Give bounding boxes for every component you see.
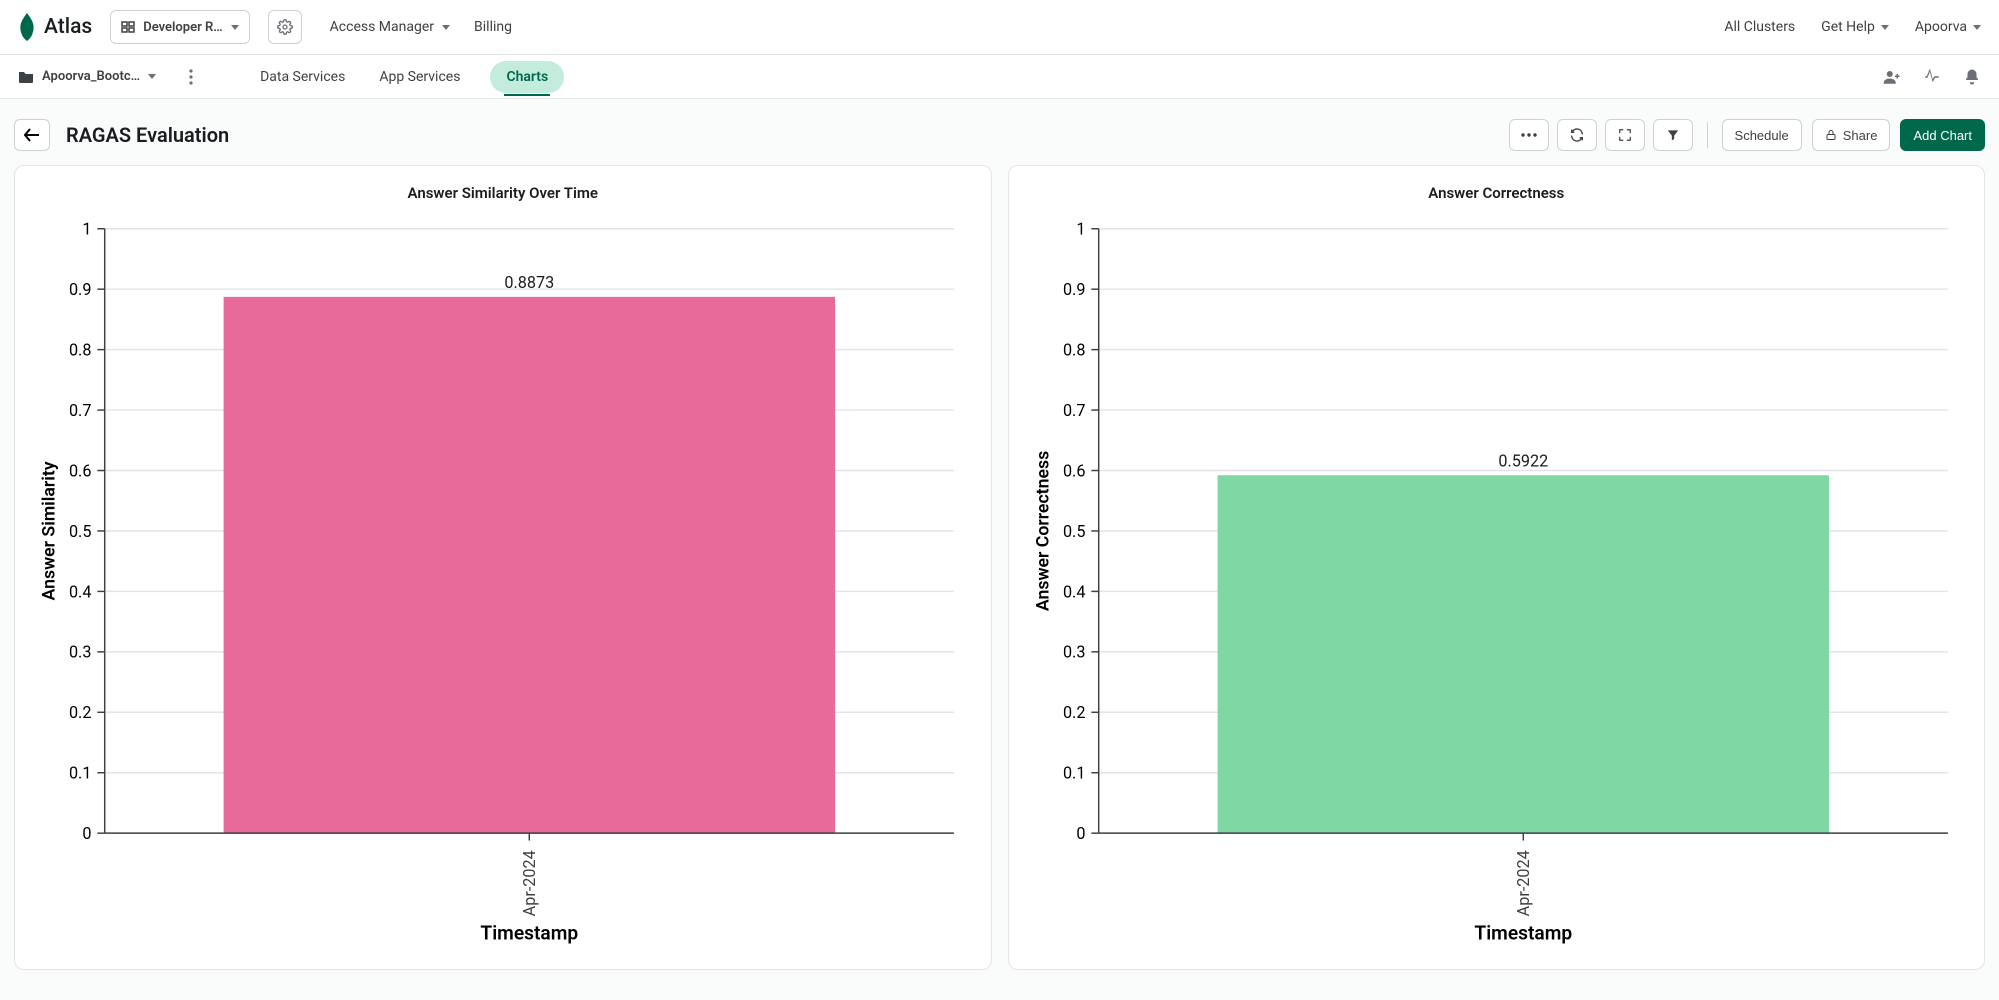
svg-text:0.9: 0.9 — [69, 280, 92, 299]
toolbar-icon-group — [1509, 119, 1693, 151]
top-bar: Atlas Developer R… Access Manager Billin… — [0, 0, 1999, 55]
page-title: RAGAS Evaluation — [66, 123, 229, 147]
caret-down-icon — [1881, 25, 1889, 30]
chart-card-0: Answer Similarity Over Time 0 0.1 0.2 0.3 0.… — [14, 165, 992, 970]
svg-text:0.7: 0.7 — [69, 401, 92, 420]
svg-text:0.2: 0.2 — [69, 703, 92, 722]
svg-text:0.4: 0.4 — [1062, 582, 1085, 601]
chart-title-1: Answer Correctness — [1025, 184, 1969, 202]
svg-text:0.1: 0.1 — [69, 764, 92, 783]
nav-access-manager[interactable]: Access Manager — [330, 19, 450, 35]
lock-icon — [1825, 128, 1837, 142]
filter-icon — [1666, 128, 1680, 142]
nav-access-manager-label: Access Manager — [330, 19, 434, 35]
folder-icon — [18, 70, 34, 84]
user-menu[interactable]: Apoorva — [1915, 19, 1981, 35]
org-icon — [121, 20, 135, 34]
caret-down-icon — [442, 25, 450, 30]
chart-1: 0 0.1 0.2 0.3 0.4 0.5 0.6 0.7 0.8 0.9 1 0.5922 Apr-2… — [1025, 214, 1969, 951]
svg-text:Apr-2024: Apr-2024 — [520, 850, 539, 916]
share-button[interactable]: Share — [1812, 119, 1891, 151]
ellipsis-icon — [1521, 133, 1537, 137]
svg-text:0.5: 0.5 — [69, 522, 92, 541]
nav-billing-label: Billing — [474, 19, 512, 35]
tabs: Data Services App Services Charts — [256, 59, 564, 95]
svg-text:0.9: 0.9 — [1062, 280, 1085, 299]
gear-icon — [277, 19, 293, 35]
svg-text:0.4: 0.4 — [69, 582, 92, 601]
svg-text:Timestamp: Timestamp — [1474, 921, 1572, 944]
svg-text:0.8873: 0.8873 — [504, 273, 554, 292]
project-more-button[interactable] — [174, 60, 208, 94]
refresh-button[interactable] — [1557, 119, 1597, 151]
chart-0: 0 0.1 0.2 0.3 0.4 0.5 0.6 0.7 0.8 0.9 1 0.8873 Apr-2… — [31, 214, 975, 951]
filter-button[interactable] — [1653, 119, 1693, 151]
svg-text:0.3: 0.3 — [1062, 643, 1085, 662]
svg-text:0.7: 0.7 — [1062, 401, 1085, 420]
right-icon-group — [1883, 68, 1981, 86]
divider — [1707, 122, 1708, 148]
refresh-icon — [1569, 127, 1585, 143]
org-picker[interactable]: Developer R… — [110, 10, 249, 44]
dashboard-grid: Answer Similarity Over Time 0 0.1 0.2 0.3 0.… — [0, 165, 1999, 1000]
svg-text:0: 0 — [82, 824, 91, 843]
more-button[interactable] — [1509, 119, 1549, 151]
svg-text:0.8: 0.8 — [1062, 341, 1085, 360]
brand-logo[interactable]: Atlas — [18, 13, 92, 41]
activity-icon[interactable] — [1923, 68, 1941, 86]
link-all-clusters[interactable]: All Clusters — [1724, 19, 1795, 35]
add-chart-button[interactable]: Add Chart — [1900, 119, 1985, 151]
chart-card-1: Answer Correctness 0 0.1 0.2 0.3 0.4 0.5 0.6 0.… — [1008, 165, 1986, 970]
top-nav: Access Manager Billing — [330, 19, 512, 35]
svg-text:1: 1 — [82, 220, 91, 239]
svg-text:0.5922: 0.5922 — [1498, 451, 1548, 470]
org-settings-button[interactable] — [268, 10, 302, 44]
leaf-icon — [18, 13, 36, 41]
svg-text:Answer Similarity: Answer Similarity — [40, 461, 60, 600]
project-picker-label: Apoorva_Bootc… — [42, 69, 140, 84]
caret-down-icon — [231, 25, 239, 30]
nav-billing[interactable]: Billing — [474, 19, 512, 35]
project-picker[interactable]: Apoorva_Bootc… — [18, 69, 156, 84]
schedule-button[interactable]: Schedule — [1722, 119, 1802, 151]
tab-charts[interactable]: Charts — [490, 61, 564, 93]
invite-user-icon[interactable] — [1883, 68, 1901, 86]
caret-down-icon — [148, 74, 156, 79]
top-right-links: All Clusters Get Help Apoorva — [1724, 19, 1981, 35]
svg-text:0.1: 0.1 — [1062, 764, 1085, 783]
page-header: RAGAS Evaluation Schedule Share Add Char… — [0, 99, 1999, 165]
fullscreen-icon — [1618, 128, 1632, 142]
link-get-help[interactable]: Get Help — [1821, 19, 1889, 35]
bell-icon[interactable] — [1963, 68, 1981, 86]
kebab-icon — [189, 69, 193, 85]
arrow-left-icon — [24, 128, 40, 142]
svg-text:0.2: 0.2 — [1062, 703, 1085, 722]
svg-text:0.5: 0.5 — [1062, 522, 1085, 541]
svg-text:Answer Correctness: Answer Correctness — [1033, 451, 1053, 611]
caret-down-icon — [1973, 25, 1981, 30]
tab-app-services[interactable]: App Services — [375, 59, 464, 95]
fullscreen-button[interactable] — [1605, 119, 1645, 151]
tab-data-services[interactable]: Data Services — [256, 59, 349, 95]
svg-text:0.8: 0.8 — [69, 341, 92, 360]
share-label: Share — [1843, 128, 1878, 143]
second-bar: Apoorva_Bootc… Data Services App Service… — [0, 55, 1999, 99]
back-button[interactable] — [14, 119, 50, 151]
org-picker-label: Developer R… — [143, 20, 222, 35]
svg-text:0.6: 0.6 — [1062, 461, 1085, 480]
svg-text:0.3: 0.3 — [69, 643, 92, 662]
svg-text:Timestamp: Timestamp — [480, 921, 578, 944]
svg-text:0: 0 — [1076, 824, 1085, 843]
chart-title-0: Answer Similarity Over Time — [31, 184, 975, 202]
brand-name: Atlas — [44, 15, 92, 39]
svg-text:0.6: 0.6 — [69, 461, 92, 480]
svg-text:1: 1 — [1076, 220, 1085, 239]
svg-text:Apr-2024: Apr-2024 — [1514, 850, 1533, 916]
header-actions: Schedule Share Add Chart — [1509, 119, 1985, 151]
